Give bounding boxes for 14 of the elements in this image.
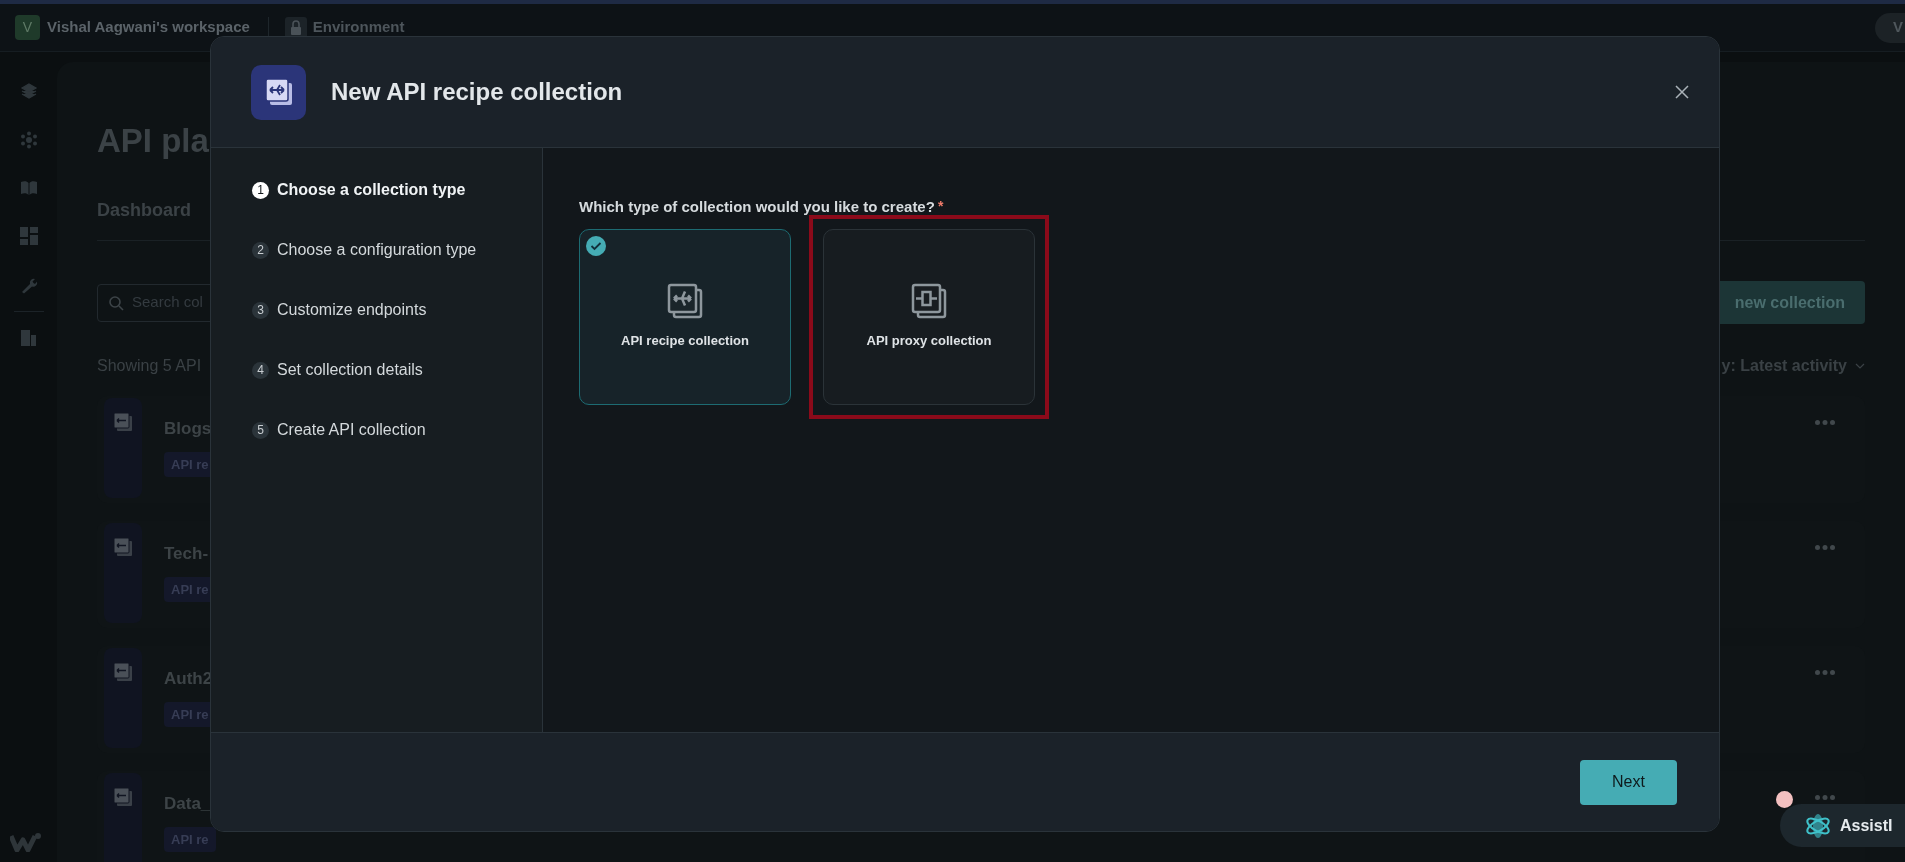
- step-number: 4: [252, 361, 269, 379]
- step-label: Customize endpoints: [277, 300, 427, 320]
- step-number: 3: [252, 301, 269, 319]
- step-label: Choose a configuration type: [277, 240, 477, 260]
- dialog-title: New API recipe collection: [331, 77, 623, 107]
- step-number: 5: [252, 421, 269, 439]
- question-label: Which type of collection would you like to create?: [579, 197, 935, 217]
- required-mark: *: [937, 197, 944, 216]
- step-label: Create API collection: [277, 420, 426, 440]
- step-number: 1: [252, 181, 269, 199]
- step-label: Choose a collection type: [277, 180, 466, 200]
- step-label: Set collection details: [277, 360, 423, 380]
- assistant-label: AssistI: [1840, 815, 1893, 836]
- step-number: 2: [252, 241, 269, 259]
